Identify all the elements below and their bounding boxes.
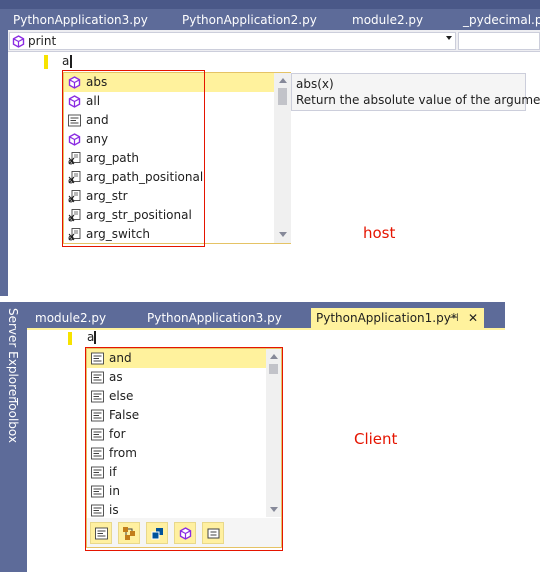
host-highlight-box xyxy=(62,70,205,247)
client-line-marker xyxy=(68,332,72,345)
close-icon[interactable]: ✕ xyxy=(468,308,478,328)
side-tab-server-explorer-label: Server Explorer xyxy=(6,308,20,402)
client-caret xyxy=(94,331,96,344)
side-tab-toolbox-label: Toolbox xyxy=(6,398,20,443)
chevron-down-icon xyxy=(446,36,452,40)
host-editor-text: a xyxy=(62,54,70,68)
host-left-margin xyxy=(0,0,8,300)
side-tab-toolbox[interactable]: Toolbox xyxy=(6,398,22,443)
host-line-marker xyxy=(44,55,48,69)
nav-dropdown-value: print xyxy=(28,34,57,48)
host-tab-pydecimal[interactable]: _pydecimal.py xyxy=(458,10,540,30)
tooltip-description: Return the absolute value of the argumen… xyxy=(296,93,540,107)
method-icon xyxy=(12,35,25,48)
pin-icon[interactable]: ⊣ xyxy=(449,308,459,328)
host-list-scrollbar[interactable] xyxy=(274,73,291,243)
scroll-down-icon[interactable] xyxy=(279,232,287,237)
host-annotation-label: host xyxy=(363,224,396,242)
tooltip-signature: abs(x) xyxy=(296,77,334,91)
client-tab-pythonapplication3[interactable]: PythonApplication3.py xyxy=(142,308,308,328)
host-tab-module2[interactable]: module2.py xyxy=(347,10,455,30)
side-tab-server-explorer[interactable]: Server Explorer xyxy=(6,308,22,401)
scroll-up-icon[interactable] xyxy=(279,78,287,83)
host-tab-pythonapplication2[interactable]: PythonApplication2.py xyxy=(177,10,344,30)
nav-dropdown-secondary[interactable] xyxy=(458,32,540,50)
scroll-thumb[interactable] xyxy=(278,88,287,105)
host-tab-pythonapplication3[interactable]: PythonApplication3.py xyxy=(8,10,174,30)
nav-dropdown[interactable]: print xyxy=(9,32,456,50)
client-active-tab-label: PythonApplication1.py* xyxy=(316,311,457,325)
host-tab-bar-highlight xyxy=(0,0,540,9)
client-tab-pythonapplication1[interactable]: PythonApplication1.py* ⊣ ✕ xyxy=(311,308,484,328)
client-annotation-label: Client xyxy=(354,430,398,448)
host-caret xyxy=(70,55,72,68)
quick-info-tooltip: abs(x) Return the absolute value of the … xyxy=(291,73,540,111)
client-tab-module2[interactable]: module2.py xyxy=(30,308,138,328)
client-highlight-box xyxy=(85,347,283,551)
